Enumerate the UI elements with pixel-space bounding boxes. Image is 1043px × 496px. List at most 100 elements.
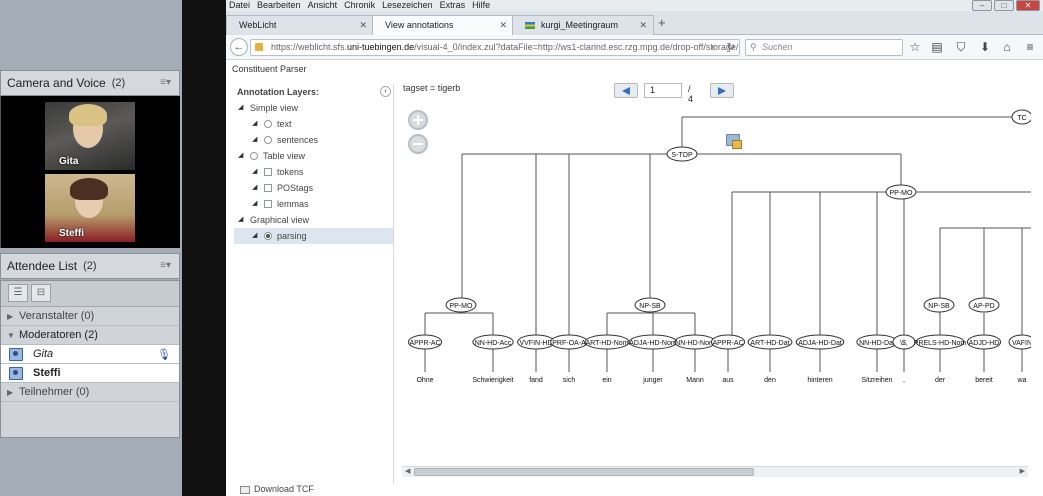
radio-button[interactable] [264, 120, 272, 128]
word-label: bereit [975, 377, 993, 384]
layer-tree-item[interactable]: ◢ Simple view [234, 100, 393, 116]
close-icon[interactable]: ✕ [1016, 0, 1040, 11]
collapse-panel-icon[interactable]: ‹ [380, 86, 391, 97]
page-input[interactable]: 1 [644, 83, 682, 98]
maximize-icon[interactable]: □ [994, 0, 1014, 11]
back-button[interactable]: ← [230, 38, 248, 56]
group-row[interactable]: ▶ Teilnehmer (0) [1, 383, 179, 402]
group-label: Veranstalter (0) [19, 310, 95, 322]
download-icon[interactable]: ⬇ [978, 39, 992, 55]
tab-label: kurgi_Meetingraum [541, 20, 619, 30]
scrollbar-thumb[interactable] [414, 468, 754, 476]
tree-expand-icon[interactable]: ◢ [252, 180, 257, 196]
scroll-left-icon[interactable]: ◀ [405, 467, 410, 477]
horizontal-scrollbar[interactable]: ◀ ▶ [402, 466, 1028, 477]
camera-pod-header: Camera and Voice (2) ≡▾ [0, 70, 180, 96]
group-row[interactable]: ▶ Veranstalter (0) [1, 307, 179, 326]
word-label: Mann [686, 377, 704, 384]
divider-strip [182, 0, 226, 496]
word-label: Schwierigkeit [472, 377, 513, 384]
next-page-button[interactable] [710, 83, 734, 98]
tree-expand-icon[interactable]: ◢ [238, 212, 243, 228]
scroll-right-icon[interactable]: ▶ [1020, 467, 1025, 477]
menu-item[interactable]: Hilfe [472, 0, 490, 11]
layer-tree-item[interactable]: ◢ Graphical view [234, 212, 393, 228]
page-title: Constituent Parser [232, 64, 307, 74]
tree-expand-icon[interactable]: ◢ [252, 228, 257, 244]
tab-close-icon[interactable]: ✕ [499, 16, 507, 34]
tree-expand-icon[interactable]: ◢ [252, 116, 257, 132]
tree-expand-icon[interactable]: ◢ [238, 100, 243, 116]
layer-tree-item[interactable]: ◢ parsing [234, 228, 393, 244]
webcam-hair [69, 104, 107, 126]
collapse-triangle-icon: ▼ [7, 330, 15, 340]
pos-node-label: PRELS-HD-Nom [914, 340, 967, 347]
video-gita[interactable]: Gita [45, 102, 135, 170]
layer-tree-item[interactable]: ◢ tokens [234, 164, 393, 180]
menu-item[interactable]: Extras [440, 0, 466, 11]
attendee-name: Steffi [33, 367, 61, 379]
tab-close-icon[interactable]: ✕ [359, 16, 367, 34]
checkbox[interactable] [264, 184, 272, 192]
word-label: junger [642, 377, 663, 384]
tree-expand-icon[interactable]: ◢ [238, 148, 243, 164]
minimize-icon[interactable]: – [972, 0, 992, 11]
detail-view-icon[interactable]: ⊟ [31, 284, 51, 302]
menu-item[interactable]: Bearbeiten [257, 0, 301, 11]
tree-expand-icon[interactable]: ◢ [252, 164, 257, 180]
video-steffi[interactable]: Steffi [45, 174, 135, 242]
menu-item[interactable]: Chronik [344, 0, 375, 11]
list-view-icon[interactable]: ☰ [8, 284, 28, 302]
zoom-out-icon[interactable] [408, 134, 428, 154]
layer-tree-item[interactable]: ◢ text [234, 116, 393, 132]
tab-weblicht[interactable]: WebLicht ✕ [226, 15, 374, 35]
layer-tree-item[interactable]: ◢ lemmas [234, 196, 393, 212]
layer-tree-item[interactable]: ◢ POStags [234, 180, 393, 196]
radio-button[interactable] [264, 232, 272, 240]
tree-expand-icon[interactable]: ◢ [252, 196, 257, 212]
radio-button[interactable] [250, 152, 258, 160]
pocket-icon[interactable]: ⛉ [954, 39, 968, 55]
group-row[interactable]: ▼ Moderatoren (2) [1, 326, 179, 345]
dropdown-arrow-icon[interactable]: ▼ [709, 40, 717, 55]
camera-area: Gita Steffi [0, 96, 180, 248]
tree-expand-icon[interactable]: ◢ [252, 132, 257, 148]
pod-menu-icon[interactable]: ≡▾ [160, 77, 171, 88]
download-label: Download TCF [254, 484, 314, 494]
layer-tree-item[interactable]: ◢ Table view [234, 148, 393, 164]
attendee-row[interactable]: Gita 🎙 [1, 345, 179, 364]
checkbox[interactable] [264, 200, 272, 208]
reload-icon[interactable]: ↻ [727, 40, 735, 55]
checkbox[interactable] [264, 168, 272, 176]
download-tcf-button[interactable]: Download TCF [240, 484, 314, 494]
search-icon: ⚲ [750, 42, 757, 52]
visualization-area: TC S-TOP PP-MO PP-MO NP-SB NP-SB AP-PD APPR-AC O… [398, 80, 1031, 480]
menu-item[interactable]: Datei [229, 0, 250, 11]
layer-label: Simple view [250, 103, 299, 113]
menu-item[interactable]: Lesezeichen [382, 0, 433, 11]
webcam-hair [70, 178, 108, 200]
tab-close-icon[interactable]: ✕ [639, 16, 647, 34]
new-tab-button[interactable]: + [658, 15, 666, 30]
menu-icon[interactable]: ≡ [1023, 39, 1037, 55]
home-icon[interactable]: ⌂ [1000, 39, 1014, 55]
search-input[interactable]: ⚲ Suchen [745, 39, 903, 56]
tab-label: WebLicht [239, 20, 277, 30]
zoom-in-icon[interactable] [408, 110, 428, 130]
layer-label: Table view [263, 151, 306, 161]
pos-node-label: VVFIN-HD [519, 340, 552, 347]
root-node-label: TC [1017, 115, 1026, 122]
radio-button[interactable] [264, 136, 272, 144]
layer-tree-item[interactable]: ◢ sentences [234, 132, 393, 148]
pod-menu-icon[interactable]: ≡▾ [160, 260, 171, 271]
attendee-row[interactable]: Steffi [1, 364, 179, 383]
previous-page-button[interactable] [614, 83, 638, 98]
bookmark-star-icon[interactable]: ☆ [908, 39, 922, 55]
menu-item[interactable]: Ansicht [308, 0, 338, 11]
layer-label: parsing [277, 231, 307, 241]
tab-meetingraum[interactable]: kurgi_Meetingraum ✕ [512, 15, 654, 35]
tab-view-annotations[interactable]: View annotations ✕ [372, 15, 514, 36]
url-bar[interactable]: https://weblicht.sfs.uni-tuebingen.de/vi… [250, 39, 740, 56]
bookmarks-menu-icon[interactable]: ▤ [930, 39, 944, 55]
camera-pod-count: (2) [111, 77, 126, 89]
